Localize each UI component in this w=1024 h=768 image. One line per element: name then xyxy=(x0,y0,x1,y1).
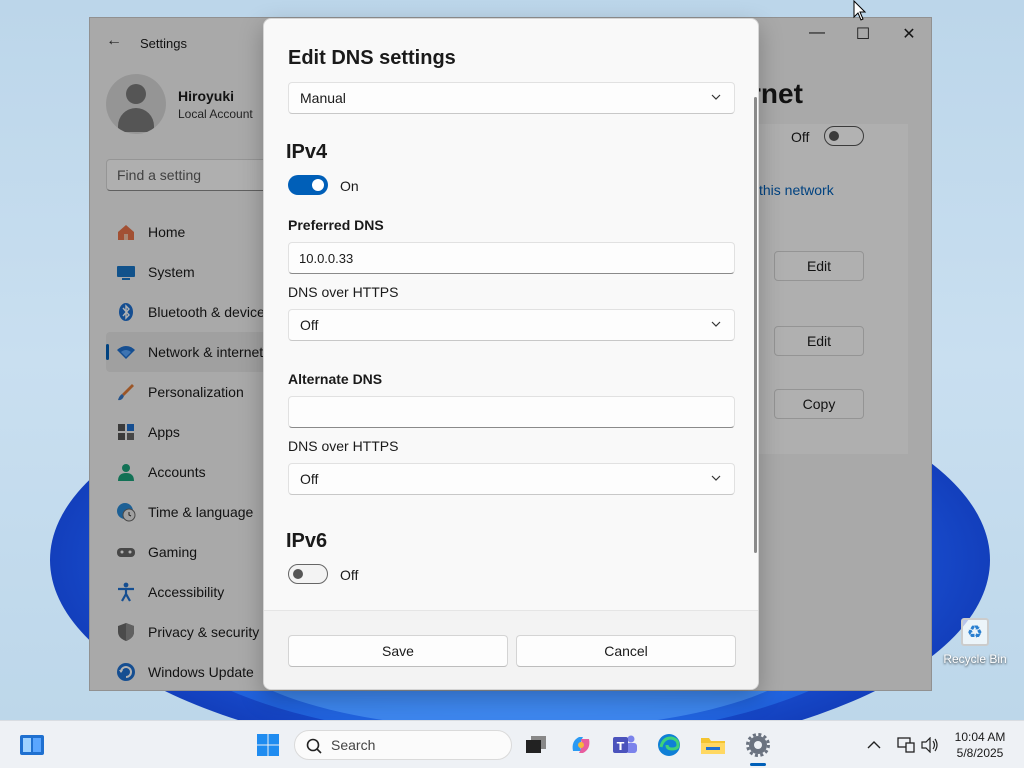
preferred-dns-label: Preferred DNS xyxy=(288,217,384,233)
mouse-cursor-icon xyxy=(853,0,867,21)
dropdown-value: Manual xyxy=(300,90,346,106)
widgets-button[interactable] xyxy=(16,729,48,761)
edge-icon xyxy=(658,734,680,756)
taskbar-search-input[interactable]: Search xyxy=(294,730,512,760)
alternate-doh-dropdown[interactable]: Off xyxy=(288,463,735,495)
windows-logo-icon xyxy=(257,734,279,756)
ipv4-heading: IPv4 xyxy=(286,141,328,163)
cancel-button[interactable]: Cancel xyxy=(516,635,736,667)
chevron-down-icon xyxy=(711,321,721,327)
ipv4-toggle[interactable] xyxy=(288,175,328,195)
alternate-dns-label: Alternate DNS xyxy=(288,371,383,387)
chevron-up-icon xyxy=(867,741,881,749)
edit-dns-dialog: Edit DNS settings Manual IPv4 On Preferr… xyxy=(263,18,759,690)
preferred-doh-dropdown[interactable]: Off xyxy=(288,309,735,341)
ipv4-toggle-label: On xyxy=(340,178,359,194)
svg-text:T: T xyxy=(617,740,625,753)
alternate-dns-input[interactable] xyxy=(288,396,735,428)
start-button[interactable] xyxy=(252,729,284,761)
save-button[interactable]: Save xyxy=(288,635,508,667)
volume-button[interactable] xyxy=(914,729,946,761)
recycle-bin-label: Recycle Bin xyxy=(943,652,1007,666)
file-explorer-button[interactable] xyxy=(697,729,729,761)
dialog-title: Edit DNS settings xyxy=(288,47,456,69)
dropdown-value: Off xyxy=(300,317,319,333)
show-hidden-icons-button[interactable] xyxy=(858,729,890,761)
edge-button[interactable] xyxy=(653,729,685,761)
task-view-button[interactable] xyxy=(520,729,552,761)
teams-icon: T xyxy=(613,735,637,753)
clock[interactable]: 10:04 AM 5/8/2025 xyxy=(948,729,1012,761)
folder-icon xyxy=(701,738,725,754)
preferred-doh-label: DNS over HTTPS xyxy=(288,284,399,300)
clock-date: 5/8/2025 xyxy=(956,746,1004,760)
chevron-down-icon xyxy=(711,475,721,481)
ipv6-heading: IPv6 xyxy=(286,530,328,552)
network-tray-icon xyxy=(897,737,915,753)
taskbar: Search T 10:04 AM 5/8/2025 xyxy=(0,720,1024,768)
clock-time: 10:04 AM xyxy=(954,730,1006,744)
widgets-icon xyxy=(20,735,44,755)
preferred-dns-input[interactable]: 10.0.0.33 xyxy=(288,242,735,274)
recycle-bin-icon: ♻ xyxy=(961,618,989,646)
recycle-bin[interactable]: ♻ Recycle Bin xyxy=(940,618,1010,666)
dropdown-value: Off xyxy=(300,471,319,487)
dns-mode-dropdown[interactable]: Manual xyxy=(288,82,735,114)
gear-icon xyxy=(746,733,770,757)
settings-taskbar-button[interactable] xyxy=(742,729,774,761)
copilot-button[interactable] xyxy=(565,729,597,761)
search-placeholder: Search xyxy=(331,737,376,753)
copilot-icon xyxy=(572,737,590,753)
active-app-indicator xyxy=(750,763,766,766)
task-view-icon xyxy=(526,736,546,753)
chevron-down-icon xyxy=(711,94,721,100)
teams-button[interactable]: T xyxy=(609,729,641,761)
dialog-scrollbar[interactable] xyxy=(754,97,757,553)
search-icon xyxy=(306,738,322,754)
alternate-doh-label: DNS over HTTPS xyxy=(288,438,399,454)
ipv6-toggle-label: Off xyxy=(340,567,359,583)
volume-icon xyxy=(921,737,938,753)
ipv6-toggle[interactable] xyxy=(288,564,328,584)
